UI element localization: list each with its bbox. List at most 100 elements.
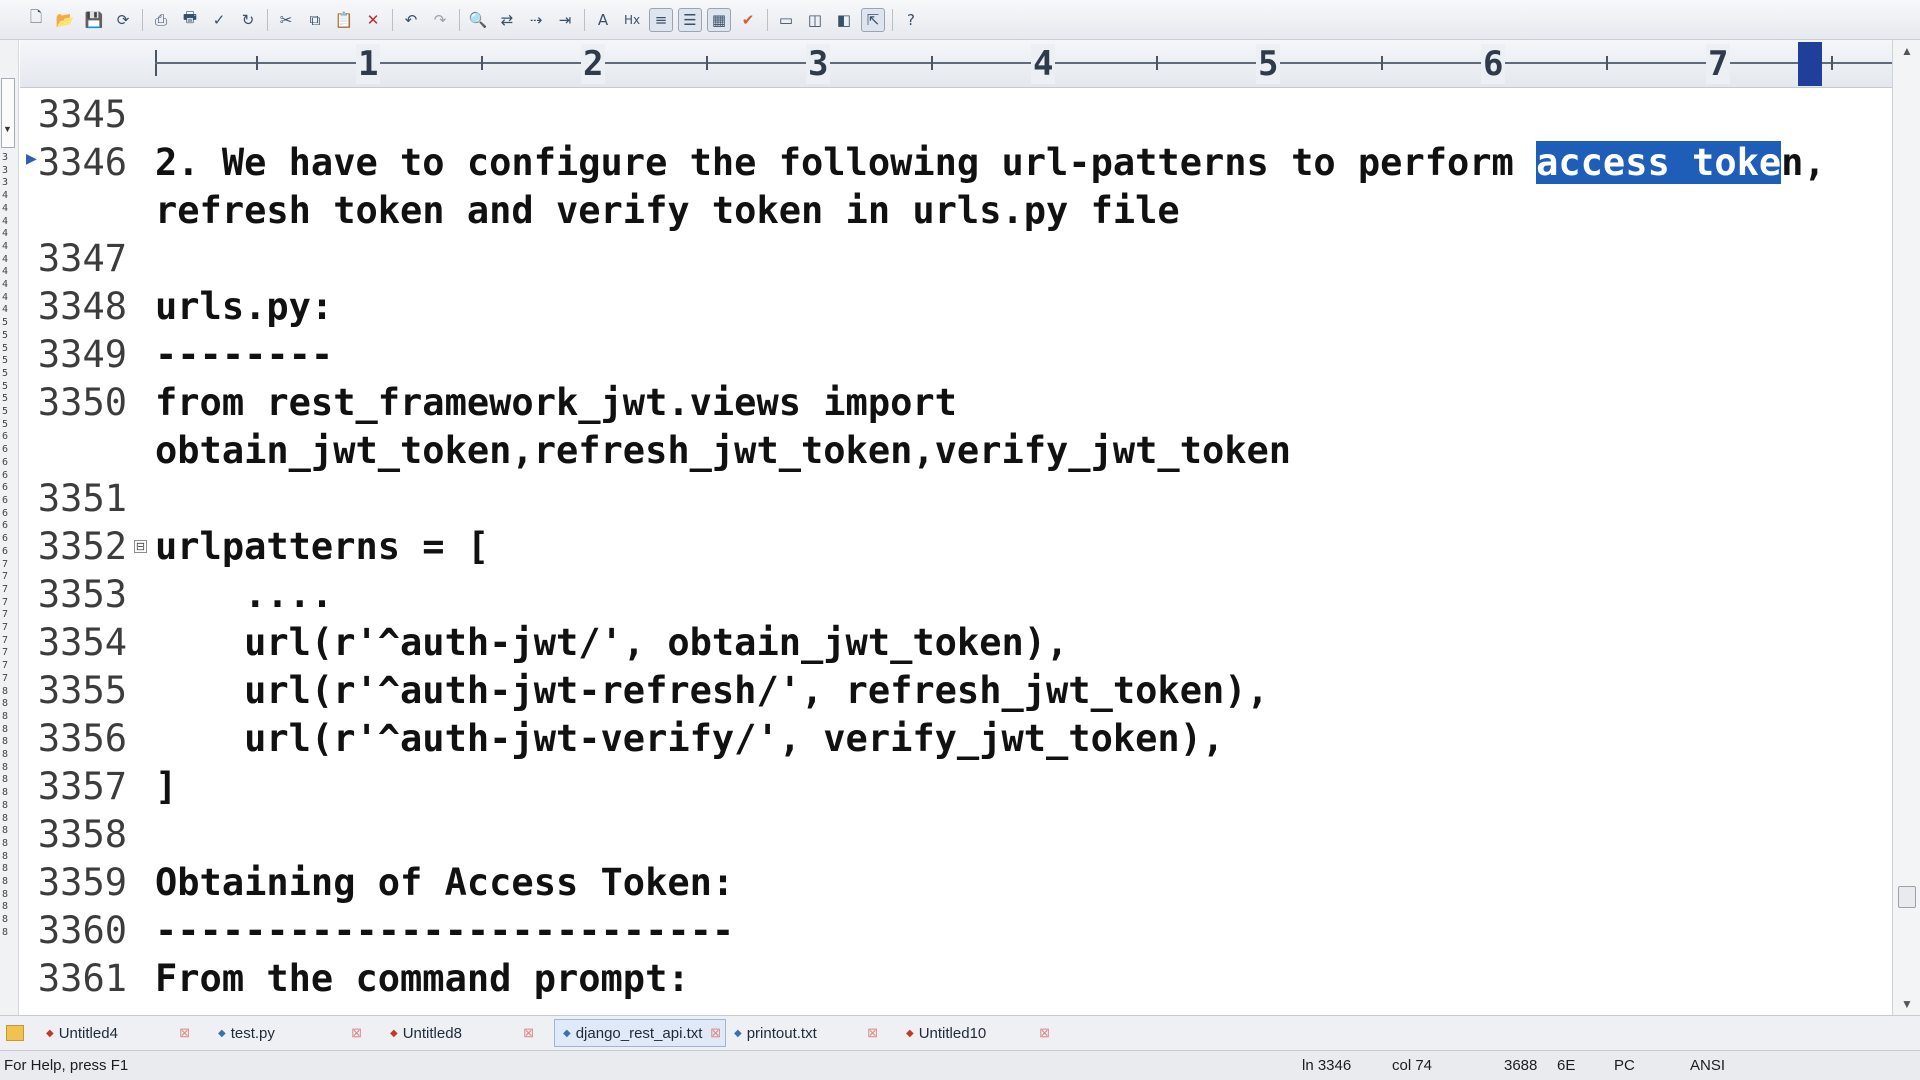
print-preview-icon[interactable]: ⎙ — [149, 8, 173, 32]
line-text: From the command prompt: — [155, 956, 690, 1000]
line-number: 3345 — [37, 92, 127, 136]
editor-line: 3357 ] — [20, 762, 177, 810]
editor-line: 3361 From the command prompt: — [20, 954, 690, 1002]
help-icon[interactable]: ? — [899, 8, 923, 32]
column-ruler[interactable]: 1 2 3 4 5 6 7 — [20, 40, 1892, 88]
word-wrap-icon[interactable]: ≡ — [649, 7, 673, 32]
refresh-icon[interactable]: ↻ — [236, 8, 260, 32]
status-count: 3688 — [1504, 1057, 1538, 1074]
editor-line: 3353 .... — [20, 570, 333, 618]
line-text: .... — [155, 572, 334, 616]
editor-line: 3351 — [20, 474, 155, 522]
editor-line: 3348 urls.py: — [20, 282, 333, 330]
checkmark-icon[interactable]: ✔ — [736, 8, 760, 32]
editor-line: 3360 -------------------------- — [20, 906, 734, 954]
tab-label: Untitled10 — [918, 1024, 987, 1042]
cut-icon[interactable]: ✂ — [274, 8, 298, 32]
undo-icon[interactable]: ↶ — [399, 8, 423, 32]
left-gutter-strip: ▼ 33344444444445555555556666666666777777… — [0, 40, 19, 1015]
ruler-number: 4 — [1031, 44, 1056, 84]
new-file-icon[interactable]: 🗋 — [24, 8, 48, 32]
line-text: Obtaining of Access Token: — [155, 860, 735, 904]
editor-line: 3359 Obtaining of Access Token: — [20, 858, 734, 906]
save-all-icon[interactable]: ⟳ — [111, 8, 135, 32]
toolbar-separator — [584, 8, 585, 31]
status-line: ln 3346 — [1302, 1057, 1352, 1074]
tab-label: Untitled4 — [58, 1024, 118, 1042]
line-number: 3355 — [37, 668, 127, 712]
external-icon[interactable]: ⇱ — [861, 7, 885, 32]
collapse-handle[interactable]: ▼ — [1, 78, 15, 148]
redo-icon[interactable]: ↷ — [428, 8, 452, 32]
line-marker-column: 3334444444444555555555666666666677777777… — [2, 152, 9, 938]
scrollbar-thumb[interactable] — [1898, 886, 1916, 908]
editor-line: 3358 — [20, 810, 155, 858]
toolbar-separator — [459, 8, 460, 31]
tab-untitled10[interactable]: ◆ Untitled10 ⊠ — [898, 1019, 1070, 1047]
close-icon[interactable]: ⊠ — [867, 1025, 878, 1041]
scroll-down-icon[interactable]: ▼ — [1901, 997, 1913, 1011]
close-icon[interactable]: ⊠ — [351, 1025, 362, 1041]
window-icon[interactable]: ▭ — [774, 8, 798, 32]
tab-test-py[interactable]: ◆ test.py ⊠ — [210, 1019, 382, 1047]
editor-line: 3349 -------- — [20, 330, 333, 378]
vertical-scrollbar[interactable]: ▲ ▼ — [1892, 40, 1920, 1015]
line-text: url(r'^auth-jwt-refresh/', refresh_jwt_t… — [155, 668, 1269, 712]
line-text: from rest_framework_jwt.views import — [155, 380, 957, 424]
ruler-tick — [931, 56, 933, 70]
line-number: 3358 — [37, 812, 127, 856]
paste-icon[interactable]: 📋 — [332, 8, 356, 32]
close-icon[interactable]: ⊠ — [1039, 1025, 1050, 1041]
line-text: url(r'^auth-jwt-verify/', verify_jwt_tok… — [155, 716, 1225, 760]
save-icon[interactable]: 💾 — [82, 8, 106, 32]
editor-line: 3352 urlpatterns = [ — [20, 522, 489, 570]
print-icon[interactable]: 🖶 — [178, 8, 202, 32]
open-folder-icon[interactable]: 📂 — [53, 8, 77, 32]
toolbar-separator — [142, 8, 143, 31]
font-icon[interactable]: A — [591, 8, 615, 32]
modified-dot-icon: ◆ — [46, 1027, 54, 1039]
replace-icon[interactable]: ⇄ — [495, 8, 519, 32]
close-icon[interactable]: ⊠ — [710, 1025, 721, 1041]
text-editor[interactable]: 3345 ▶ 3346 2. We have to configure the … — [20, 88, 1892, 1013]
compare-icon[interactable]: ◧ — [832, 8, 856, 32]
line-number: 3352 — [37, 524, 127, 568]
ruler-cursor-marker — [1798, 42, 1822, 86]
ruler-tick — [1606, 56, 1608, 70]
close-icon[interactable]: ⊠ — [179, 1025, 190, 1041]
document-tab-bar: ◆ Untitled4 ⊠ ◆ test.py ⊠ ◆ Untitled8 ⊠ … — [0, 1015, 1920, 1051]
line-number: 3346 — [37, 140, 127, 184]
copy-icon[interactable]: ⧉ — [303, 8, 327, 32]
ruler-track — [155, 62, 1892, 64]
list-icon[interactable]: ☰ — [678, 7, 702, 32]
editor-line: 3354 url(r'^auth-jwt/', obtain_jwt_token… — [20, 618, 1068, 666]
tab-untitled4[interactable]: ◆ Untitled4 ⊠ — [38, 1019, 210, 1047]
spell-check-icon[interactable]: ✓ — [207, 8, 231, 32]
main-toolbar: 🗋 📂 💾 ⟳ ⎙ 🖶 ✓ ↻ ✂ ⧉ 📋 ✕ ↶ ↷ 🔍 ⇄ ⇢ ⇥ A Hx… — [0, 0, 1920, 40]
find-icon[interactable]: 🔍 — [466, 8, 490, 32]
column-icon[interactable]: ▦ — [707, 7, 731, 32]
tab-django-rest-api[interactable]: ◆ django_rest_api.txt ⊠ — [554, 1019, 726, 1047]
goto-icon[interactable]: ⇢ — [524, 8, 548, 32]
editor-line: 3356 url(r'^auth-jwt-verify/', verify_jw… — [20, 714, 1224, 762]
delete-icon[interactable]: ✕ — [361, 8, 385, 32]
split-icon[interactable]: ◫ — [803, 8, 827, 32]
tab-printout-txt[interactable]: ◆ printout.txt ⊠ — [726, 1019, 898, 1047]
scroll-up-icon[interactable]: ▲ — [1901, 44, 1913, 58]
editor-line: 3355 url(r'^auth-jwt-refresh/', refresh_… — [20, 666, 1269, 714]
status-hex: 6E — [1557, 1057, 1576, 1074]
line-text: n, — [1781, 140, 1826, 184]
tab-untitled8[interactable]: ◆ Untitled8 ⊠ — [382, 1019, 554, 1047]
line-text: 2. We have to configure the following ur… — [155, 140, 1537, 184]
hex-icon[interactable]: Hx — [620, 8, 644, 32]
folder-icon[interactable] — [6, 1025, 24, 1041]
fold-collapse-icon[interactable]: ⊟ — [134, 540, 147, 553]
toolbar-separator — [892, 8, 893, 31]
tab-label: printout.txt — [746, 1024, 817, 1042]
tab-label: django_rest_api.txt — [575, 1024, 703, 1042]
ruler-number: 1 — [356, 44, 381, 84]
editor-line: 3350 from rest_framework_jwt.views impor… — [20, 378, 957, 426]
indent-icon[interactable]: ⇥ — [553, 8, 577, 32]
close-icon[interactable]: ⊠ — [523, 1025, 534, 1041]
modified-dot-icon: ◆ — [906, 1027, 914, 1039]
